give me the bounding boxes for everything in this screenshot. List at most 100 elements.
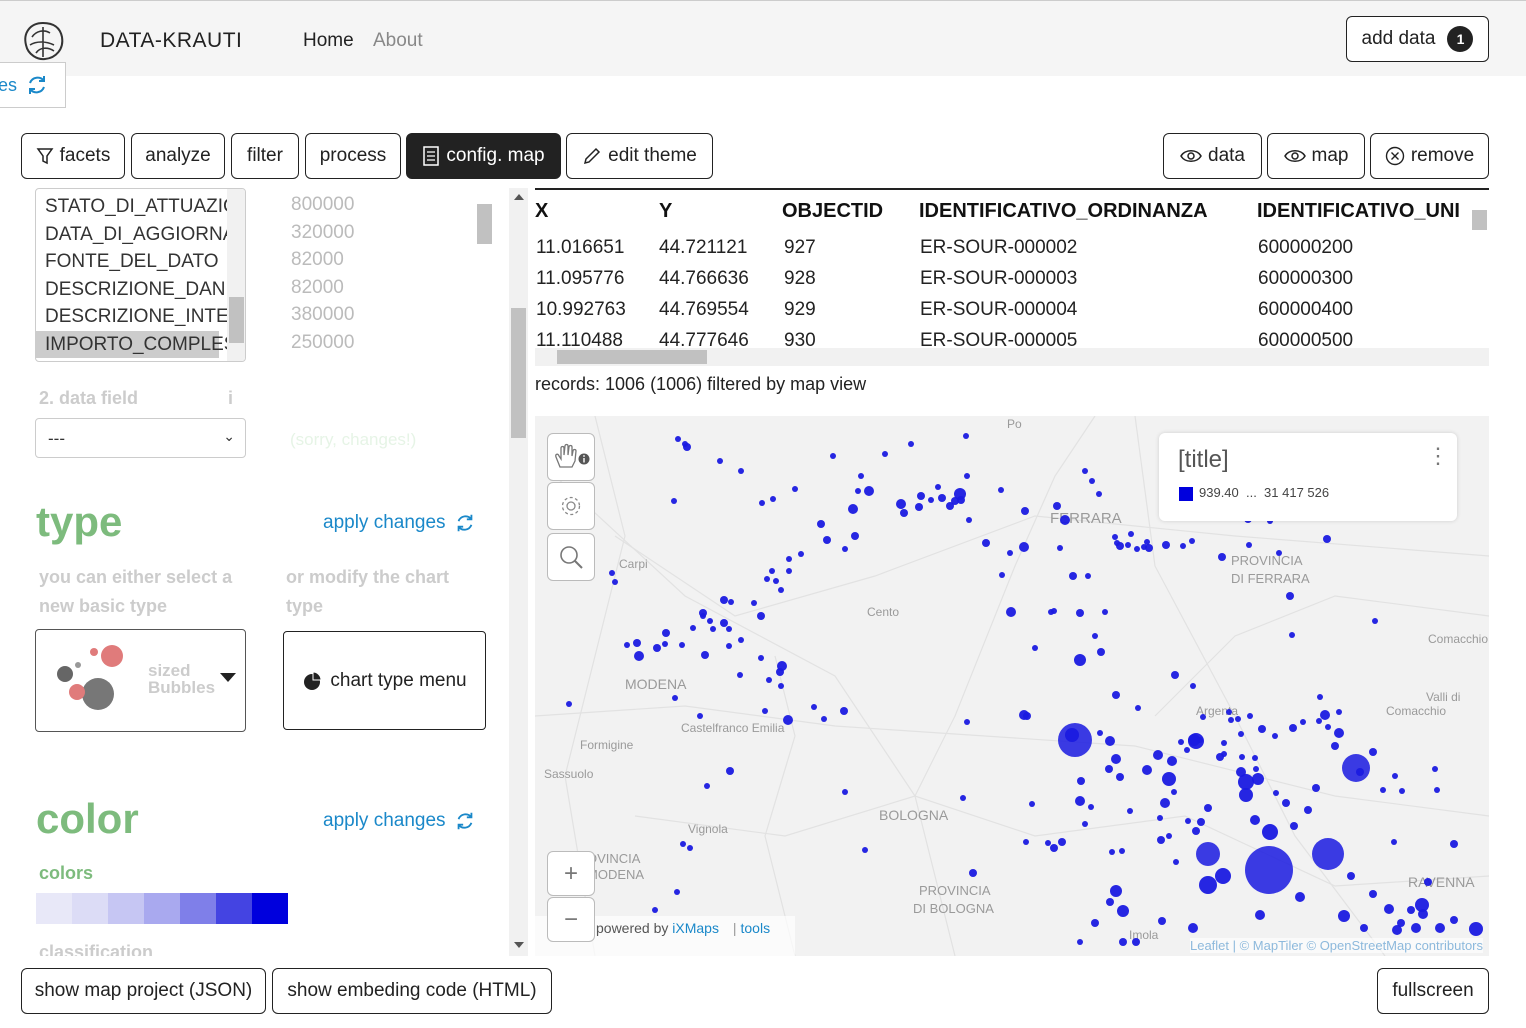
- bubble-marker[interactable]: [1347, 872, 1355, 880]
- data-field-select[interactable]: --- ⌄: [35, 418, 246, 458]
- bubble-marker[interactable]: [609, 570, 615, 576]
- bubble-marker[interactable]: [1145, 544, 1153, 552]
- field-item[interactable]: DESCRIZIONE_DANN: [36, 276, 245, 304]
- bubble-marker[interactable]: [697, 713, 703, 719]
- field-item[interactable]: DATA_DI_AGGIORNA: [36, 221, 245, 249]
- bubble-marker[interactable]: [776, 668, 784, 676]
- field-item-selected[interactable]: IMPORTO_COMPLES: [36, 330, 236, 358]
- bubble-marker[interactable]: [1112, 691, 1120, 699]
- ixmaps-link[interactable]: iXMaps: [672, 920, 719, 936]
- tools-link[interactable]: tools: [741, 920, 771, 936]
- bubble-marker[interactable]: [1221, 740, 1227, 746]
- left-panel-scroll-thumb[interactable]: [511, 308, 526, 438]
- bubble-marker[interactable]: [769, 568, 775, 574]
- bubble-marker[interactable]: [1180, 543, 1186, 549]
- bubble-marker[interactable]: [1380, 787, 1386, 793]
- bubble-marker[interactable]: [1110, 885, 1122, 897]
- color-apply-button[interactable]: apply changes: [323, 810, 476, 832]
- bubble-marker[interactable]: [652, 907, 658, 913]
- bubble-marker[interactable]: [840, 707, 848, 715]
- bubble-marker[interactable]: [1312, 784, 1320, 792]
- bubble-marker[interactable]: [999, 572, 1005, 578]
- bubble-marker[interactable]: [566, 701, 572, 707]
- bubble-marker[interactable]: [1432, 766, 1438, 772]
- bubble-marker[interactable]: [1434, 787, 1440, 793]
- bubble-marker[interactable]: [1215, 868, 1231, 884]
- bubble-marker[interactable]: [634, 651, 644, 661]
- nav-about[interactable]: About: [373, 30, 423, 52]
- bubble-marker[interactable]: [1190, 683, 1196, 689]
- bubble-marker[interactable]: [720, 619, 728, 627]
- bubble-marker[interactable]: [1331, 742, 1339, 750]
- bubble-marker[interactable]: [998, 487, 1004, 493]
- bubble-marker[interactable]: [1369, 890, 1377, 898]
- bubble-marker[interactable]: [982, 539, 990, 547]
- bubble-marker[interactable]: [1218, 553, 1226, 561]
- bubble-marker[interactable]: [1077, 939, 1083, 945]
- bubble-marker[interactable]: [1171, 671, 1179, 679]
- bubble-marker[interactable]: [1295, 892, 1305, 902]
- bubble-marker[interactable]: [1252, 755, 1258, 761]
- bubble-marker[interactable]: [1235, 716, 1241, 722]
- pan-info-tool-button[interactable]: [547, 433, 595, 481]
- bubble-marker[interactable]: [946, 502, 954, 510]
- bubble-marker[interactable]: [770, 496, 776, 502]
- bubble-marker[interactable]: [1058, 838, 1066, 846]
- bubble-marker[interactable]: [1304, 806, 1312, 814]
- bubble-marker[interactable]: [1167, 756, 1177, 766]
- bubble-marker[interactable]: [1019, 542, 1029, 552]
- data-view-button[interactable]: data: [1163, 133, 1262, 179]
- column-header[interactable]: IDENTIFICATIVO_UNI: [1257, 200, 1460, 223]
- show-map-project-button[interactable]: show map project (JSON): [21, 968, 266, 1014]
- bubble-marker[interactable]: [1397, 919, 1405, 927]
- bubble-marker[interactable]: [704, 783, 710, 789]
- bubble-marker[interactable]: [1236, 767, 1246, 777]
- bubble-marker[interactable]: [1360, 924, 1368, 932]
- info-icon[interactable]: i: [228, 388, 233, 409]
- bubble-marker[interactable]: [1197, 737, 1203, 743]
- bubble-marker[interactable]: [1029, 801, 1035, 807]
- bubble-marker[interactable]: [1252, 773, 1264, 785]
- bubble-marker[interactable]: [882, 451, 888, 457]
- bubble-marker[interactable]: [1250, 815, 1260, 825]
- bubble-marker[interactable]: [728, 599, 734, 605]
- bubble-marker[interactable]: [1245, 846, 1293, 894]
- bubble-marker[interactable]: [1189, 538, 1195, 544]
- bubble-marker[interactable]: [1411, 923, 1421, 933]
- bubble-marker[interactable]: [1166, 833, 1172, 839]
- bubble-marker[interactable]: [1023, 839, 1029, 845]
- bubble-marker[interactable]: [1228, 717, 1234, 723]
- bubble-marker[interactable]: [1239, 788, 1253, 802]
- bubble-marker[interactable]: [1125, 542, 1131, 548]
- bubble-marker[interactable]: [1336, 709, 1342, 715]
- bubble-marker[interactable]: [662, 641, 668, 647]
- facets-button[interactable]: facets: [21, 133, 125, 179]
- bubble-marker[interactable]: [1112, 534, 1118, 540]
- bubble-marker[interactable]: [1199, 876, 1217, 894]
- bubble-marker[interactable]: [1424, 878, 1432, 886]
- bubble-marker[interactable]: [1023, 712, 1031, 720]
- bubble-marker[interactable]: [1142, 765, 1152, 775]
- table-vscroll-thumb[interactable]: [1472, 210, 1487, 230]
- bubble-marker[interactable]: [1162, 541, 1170, 549]
- bubble-marker[interactable]: [726, 643, 732, 649]
- bubble-marker[interactable]: [1369, 748, 1377, 756]
- values-scroll-thumb[interactable]: [477, 204, 492, 244]
- bubble-marker[interactable]: [1356, 768, 1364, 776]
- bubble-marker[interactable]: [1173, 859, 1179, 865]
- bubble-marker[interactable]: [1184, 747, 1190, 753]
- bubble-marker[interactable]: [762, 708, 768, 714]
- bubble-marker[interactable]: [811, 704, 817, 710]
- bubble-marker[interactable]: [851, 532, 859, 540]
- bubble-marker[interactable]: [1415, 898, 1429, 912]
- bubble-marker[interactable]: [1097, 730, 1103, 736]
- bubble-marker[interactable]: [1450, 840, 1458, 848]
- bubble-marker[interactable]: [1060, 515, 1070, 525]
- bubble-marker[interactable]: [624, 642, 630, 648]
- edit-theme-button[interactable]: edit theme: [566, 133, 713, 179]
- bubble-marker[interactable]: [1392, 773, 1398, 779]
- bubble-marker[interactable]: [1323, 535, 1331, 543]
- bubble-marker[interactable]: [964, 719, 970, 725]
- bubble-marker[interactable]: [1085, 573, 1091, 579]
- bubble-marker[interactable]: [726, 767, 734, 775]
